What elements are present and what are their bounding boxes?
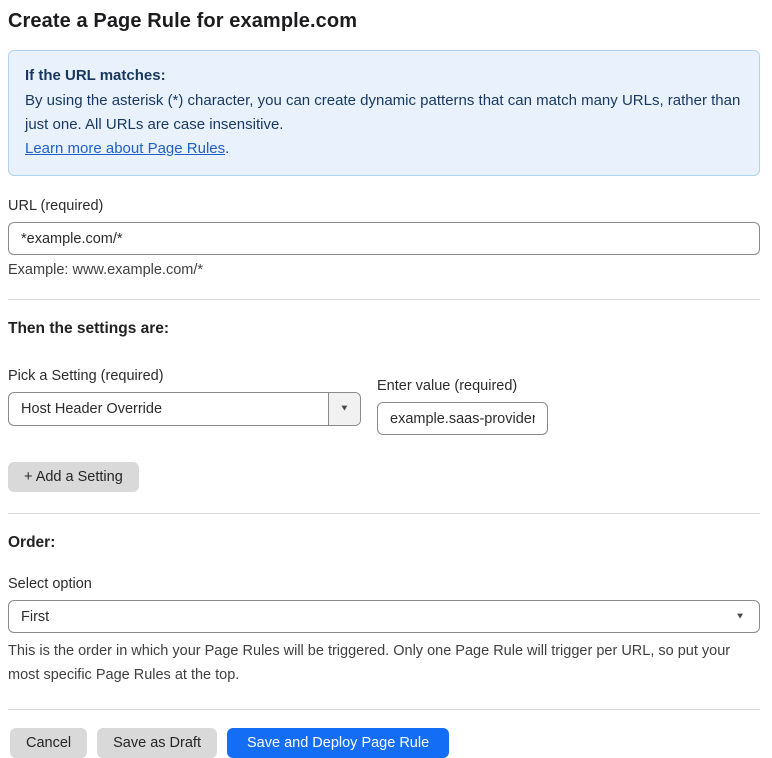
order-section-heading: Order: (8, 534, 56, 551)
cancel-button[interactable]: Cancel (10, 728, 88, 758)
settings-row: Pick a Setting (required) Host Header Ov… (8, 368, 760, 435)
enter-value-label: Enter value (required) (377, 378, 518, 394)
url-input[interactable] (8, 222, 760, 255)
url-match-info-box: If the URL matches: By using the asteris… (8, 50, 760, 176)
setting-dropdown-arrow-button[interactable]: ▼ (328, 393, 360, 425)
page-title: Create a Page Rule for example.com (8, 10, 358, 32)
divider (8, 709, 760, 710)
enter-value-column: Enter value (required) (377, 378, 548, 435)
chevron-down-icon: ▼ (339, 403, 350, 414)
learn-more-link[interactable]: Learn more about Page Rules (25, 140, 225, 157)
pick-setting-label: Pick a Setting (required) (8, 368, 164, 384)
link-suffix: . (225, 140, 230, 157)
order-helper-text: This is the order in which your Page Rul… (8, 643, 731, 683)
url-example-text: Example: www.example.com/* (8, 262, 204, 278)
pick-setting-column: Pick a Setting (required) Host Header Ov… (8, 368, 361, 435)
chevron-down-icon: ▼ (735, 611, 745, 621)
divider (8, 299, 760, 300)
save-as-draft-button[interactable]: Save as Draft (97, 728, 217, 758)
divider (8, 513, 760, 514)
order-select[interactable]: First ▼ (8, 600, 760, 633)
setting-value-input[interactable] (377, 402, 548, 435)
setting-dropdown[interactable]: Host Header Override ▼ (8, 392, 361, 426)
add-setting-button[interactable]: + Add a Setting (8, 462, 139, 492)
info-box-body: By using the asterisk (*) character, you… (25, 92, 741, 133)
info-box-heading: If the URL matches: (25, 67, 166, 84)
order-select-value: First (21, 608, 50, 625)
url-field-label: URL (required) (8, 198, 104, 214)
footer-buttons: Cancel Save as Draft Save and Deploy Pag… (10, 728, 760, 758)
order-select-label: Select option (8, 576, 92, 592)
save-and-deploy-button[interactable]: Save and Deploy Page Rule (226, 728, 450, 758)
settings-section-heading: Then the settings are: (8, 320, 170, 337)
setting-dropdown-value: Host Header Override (21, 401, 163, 417)
info-box-link-line: Learn more about Page Rules. (25, 137, 743, 161)
